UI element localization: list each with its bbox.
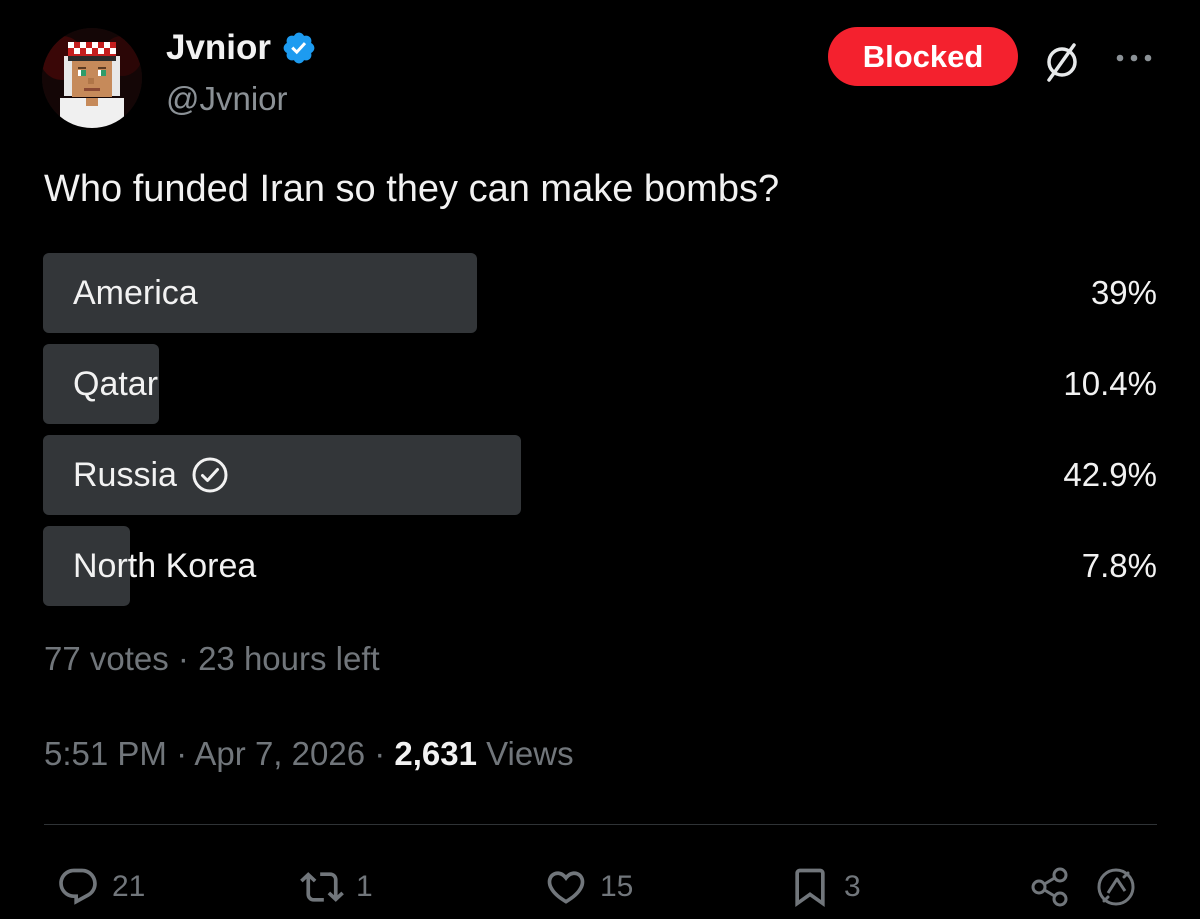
timestamp-row: 5:51 PM · Apr 7, 2026 · 2,631 Views	[44, 735, 574, 773]
views-count: 2,631	[394, 735, 477, 772]
display-name[interactable]: Jvnior	[166, 28, 317, 68]
poll-option-qatar: Qatar 10.4%	[43, 344, 1157, 424]
blocked-button[interactable]: Blocked	[828, 27, 1018, 86]
poll-option-percent: 42.9%	[1063, 456, 1157, 493]
more-horizontal-icon[interactable]	[1112, 48, 1156, 68]
reply-icon	[59, 868, 97, 905]
verified-badge-icon	[283, 32, 315, 64]
poll-label-wrap: Qatar	[73, 344, 158, 424]
poll-votes[interactable]: 77 votes	[44, 640, 169, 677]
poll-option-america: America 39%	[43, 253, 1157, 333]
pixel-avatar-image	[42, 28, 142, 128]
poll-label-wrap: North Korea	[73, 526, 256, 606]
poll-time-left: 23 hours left	[198, 640, 380, 677]
handle[interactable]: @Jvnior	[166, 80, 288, 118]
poll-option-percent: 7.8%	[1081, 547, 1157, 584]
poll-meta: 77 votes · 23 hours left	[44, 640, 380, 678]
repost-icon	[300, 872, 344, 902]
share-icon	[1031, 867, 1068, 907]
repost-button[interactable]: 1	[300, 862, 373, 912]
tweet-date[interactable]: Apr 7, 2026	[194, 735, 365, 772]
reply-button[interactable]: 21	[56, 862, 145, 912]
poll-option-label: America	[73, 273, 198, 312]
poll-option-percent: 10.4%	[1063, 365, 1157, 402]
avatar[interactable]	[42, 28, 142, 128]
poll-option-label: Qatar	[73, 364, 159, 403]
grok-slash-icon[interactable]	[1040, 40, 1084, 84]
bookmark-button[interactable]: 3	[788, 862, 861, 912]
divider	[44, 824, 1157, 825]
bookmark-count: 3	[844, 870, 861, 903]
grok-analyze-button[interactable]	[1094, 862, 1138, 912]
share-button[interactable]	[1028, 862, 1072, 912]
tweet-time[interactable]: 5:51 PM	[44, 735, 167, 772]
like-button[interactable]: 15	[544, 862, 633, 912]
views-label: Views	[486, 735, 574, 772]
separator: ·	[166, 735, 195, 772]
poll-option-north-korea: North Korea 7.8%	[43, 526, 1157, 606]
repost-count: 1	[356, 870, 373, 903]
check-circle-icon	[192, 457, 228, 493]
poll-option-label: North Korea	[73, 546, 257, 585]
poll-option-percent: 39%	[1090, 274, 1157, 311]
like-count: 15	[600, 870, 634, 903]
poll-label-wrap: America	[73, 253, 198, 333]
separator: ·	[168, 640, 199, 677]
grok-analyze-icon	[1097, 868, 1135, 906]
poll-option-russia: Russia 42.9%	[43, 435, 1157, 515]
tweet-text: Who funded Iran so they can make bombs?	[44, 168, 780, 210]
separator: ·	[365, 735, 395, 772]
poll: America 39% Qatar 10.4% Russia 42.9% Nor…	[43, 253, 1157, 617]
reply-count: 21	[112, 870, 146, 903]
heart-icon	[547, 871, 585, 904]
display-name-text: Jvnior	[166, 28, 272, 67]
poll-label-wrap: Russia	[73, 435, 229, 515]
bookmark-icon	[795, 868, 825, 908]
poll-option-label: Russia	[73, 455, 177, 494]
